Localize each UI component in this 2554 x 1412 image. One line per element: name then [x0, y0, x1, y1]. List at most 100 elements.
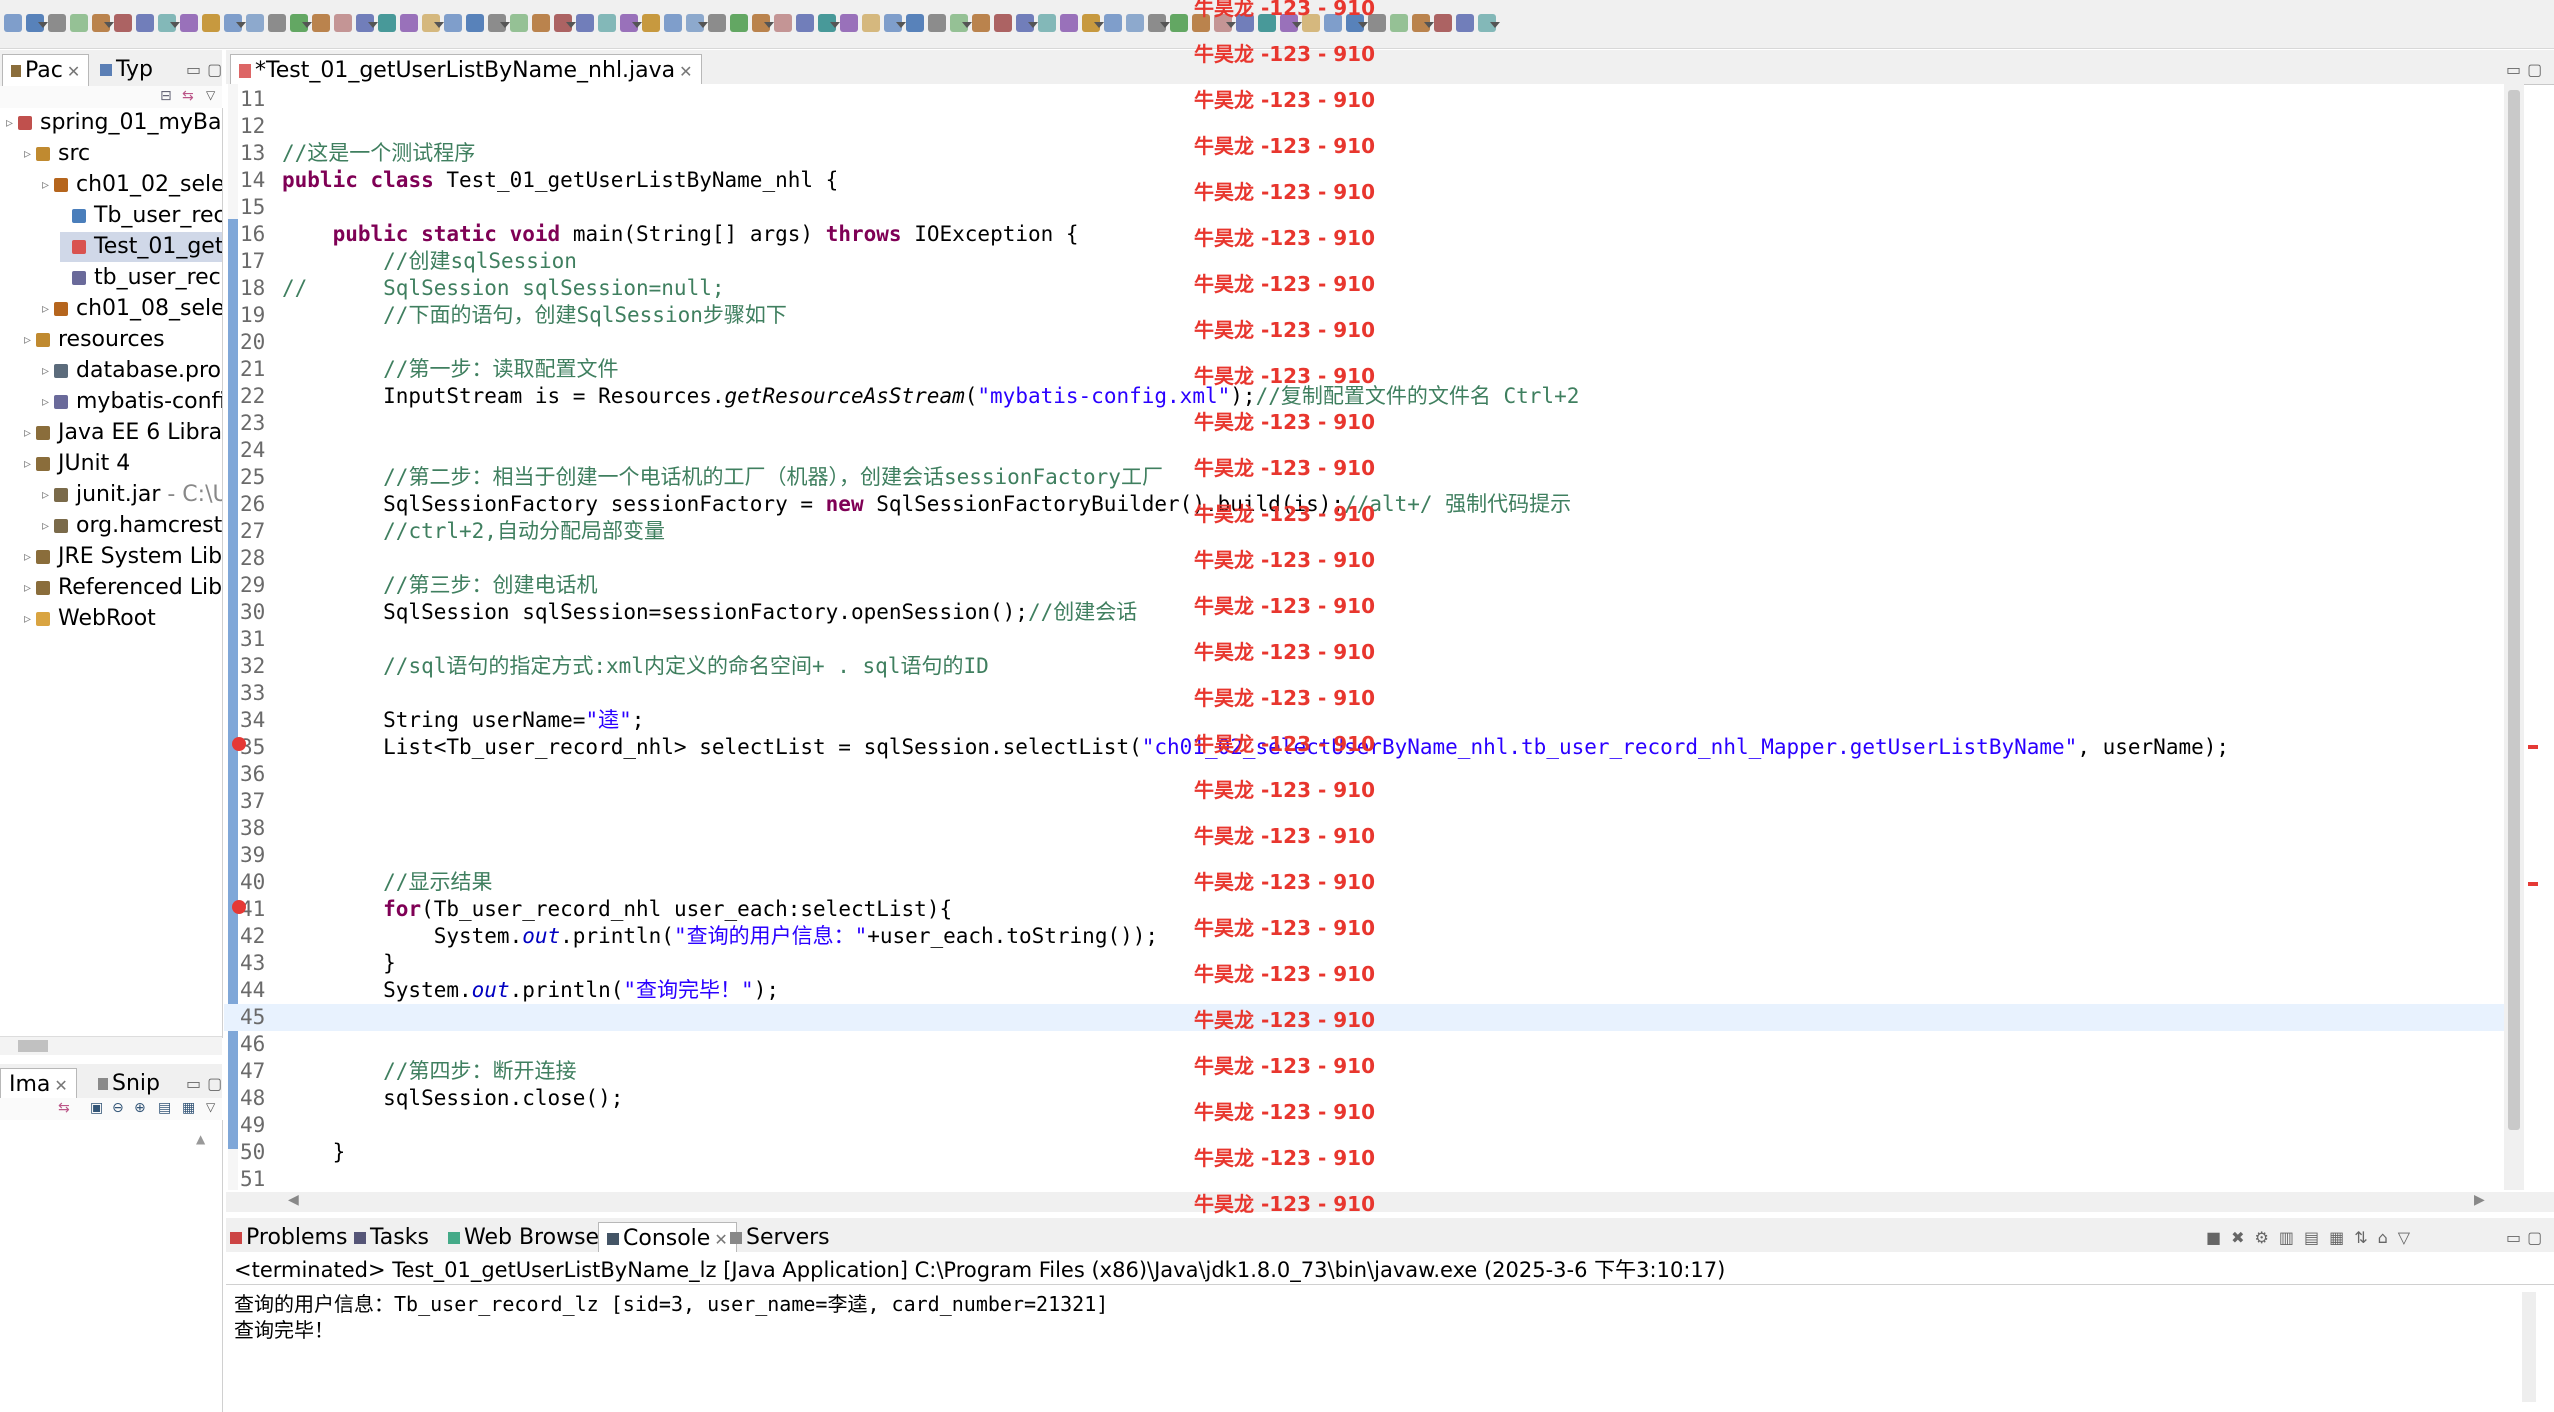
console-scrollbar[interactable] — [2522, 1292, 2536, 1402]
close-icon[interactable]: ✕ — [67, 62, 80, 81]
expand-toggle-icon[interactable]: ▹ — [42, 480, 54, 510]
error-overview-marker[interactable] — [2528, 745, 2538, 749]
expand-toggle-icon[interactable]: ▹ — [42, 294, 54, 324]
tree-item[interactable]: ▹ src — [24, 139, 90, 169]
dropdown-arrow-icon[interactable] — [1226, 22, 1236, 28]
code-line[interactable]: 36 — [224, 761, 2524, 788]
external-tools-icon[interactable] — [576, 14, 594, 32]
code-line[interactable]: 50 } — [224, 1139, 2524, 1166]
code-line[interactable]: 35 List<Tb_user_record_nhl> selectList =… — [224, 734, 2524, 761]
run-icon[interactable] — [994, 14, 1012, 32]
original-size-icon[interactable]: ▤ — [158, 1100, 171, 1116]
dropdown-arrow-icon[interactable] — [896, 22, 906, 28]
minimize-maximize-icon[interactable]: ▭▢ — [2506, 1228, 2548, 1247]
dropdown-arrow-icon[interactable] — [1490, 22, 1500, 28]
tree-item[interactable]: ▹ WebRoot — [24, 604, 156, 634]
console-actions[interactable]: ■✖⚙▥▤▦⇅⌂▽ — [2206, 1228, 2420, 1247]
tab-package-explorer[interactable]: Pac ✕ — [2, 54, 90, 87]
code-line[interactable]: 51 — [224, 1166, 2524, 1190]
tab-servers[interactable]: Servers — [730, 1224, 830, 1252]
dropdown-arrow-icon[interactable] — [1160, 22, 1170, 28]
error-icon[interactable] — [232, 737, 246, 751]
tree-item[interactable]: ▹ mybatis-config — [42, 387, 222, 417]
forward-icon[interactable] — [202, 14, 220, 32]
dropdown-arrow-icon[interactable] — [830, 22, 840, 28]
tree-item[interactable]: ▹ junit.jar - C:\Us — [42, 480, 222, 510]
tree-item[interactable]: ▹ JRE System Libra — [24, 542, 222, 572]
grid-icon[interactable]: ▦ — [182, 1100, 195, 1116]
code-editor[interactable]: 11 12 13//这是一个测试程序 14 public class Test_01_g… — [224, 84, 2524, 1190]
collapse-all-icon[interactable]: ⊟ — [160, 88, 172, 104]
external-tools-icon[interactable] — [1456, 14, 1474, 32]
code-line[interactable]: 21 //第一步：读取配置文件 — [224, 356, 2524, 383]
code-line[interactable]: 13//这是一个测试程序 — [224, 140, 2524, 167]
expand-toggle-icon[interactable]: ▹ — [24, 449, 36, 479]
print-icon[interactable] — [1170, 14, 1188, 32]
code-line[interactable]: 41 for(Tb_user_record_nhl user_each:sele… — [224, 896, 2524, 923]
forward-icon[interactable] — [642, 14, 660, 32]
tree-item[interactable]: Tb_user_recor — [60, 201, 222, 231]
error-icon[interactable] — [232, 900, 246, 914]
dropdown-arrow-icon[interactable] — [236, 22, 246, 28]
code-line[interactable]: 28 — [224, 545, 2524, 572]
run-icon[interactable] — [114, 14, 132, 32]
search-icon[interactable] — [378, 14, 396, 32]
code-line[interactable]: 40 //显示结果 — [224, 869, 2524, 896]
expand-toggle-icon[interactable]: ▹ — [24, 573, 36, 603]
new-icon[interactable] — [4, 14, 22, 32]
print-icon[interactable] — [1390, 14, 1408, 32]
new-icon[interactable] — [1324, 14, 1342, 32]
back-icon[interactable] — [840, 14, 858, 32]
dropdown-arrow-icon[interactable] — [962, 22, 972, 28]
minimize-maximize-icon[interactable]: ▭▢ — [186, 1074, 228, 1093]
tree-item[interactable]: ▹ ch01_02_selectU — [42, 170, 222, 200]
code-line[interactable]: 45 — [224, 1004, 2524, 1031]
code-line[interactable]: 37 — [224, 788, 2524, 815]
dropdown-arrow-icon[interactable] — [764, 22, 774, 28]
close-icon[interactable]: ✕ — [54, 1076, 67, 1095]
tree-item[interactable]: ▹ org.hamcrest.c — [42, 511, 222, 541]
expand-toggle-icon[interactable]: ▹ — [42, 356, 54, 386]
run-icon[interactable] — [334, 14, 352, 32]
code-line[interactable]: 47 //第四步：断开连接 — [224, 1058, 2524, 1085]
dropdown-arrow-icon[interactable] — [1424, 22, 1434, 28]
forward-icon[interactable] — [862, 14, 880, 32]
code-line[interactable]: 14 public class Test_01_getUserListByName… — [224, 167, 2524, 194]
expand-toggle-icon[interactable]: ▹ — [24, 139, 36, 169]
tab-web-browser[interactable]: Web Browser — [448, 1224, 608, 1252]
scroll-right-icon[interactable]: ▶ — [2474, 1192, 2485, 1208]
code-line[interactable]: 30 SqlSession sqlSession=sessionFactory.… — [224, 599, 2524, 626]
close-icon[interactable]: ✕ — [714, 1230, 727, 1249]
tab-editor-file[interactable]: *Test_01_getUserListByName_nhl.java ✕ — [230, 54, 702, 87]
new-icon[interactable] — [1104, 14, 1122, 32]
tree-item[interactable]: ▹ resources — [24, 325, 165, 355]
external-tools-icon[interactable] — [136, 14, 154, 32]
dropdown-arrow-icon[interactable] — [368, 22, 378, 28]
save-all-icon[interactable] — [1368, 14, 1386, 32]
dropdown-arrow-icon[interactable] — [302, 22, 312, 28]
code-line[interactable]: 29 //第三步：创建电话机 — [224, 572, 2524, 599]
back-icon[interactable] — [400, 14, 418, 32]
save-icon[interactable] — [466, 14, 484, 32]
code-line[interactable]: 44 System.out.println("查询完毕！"); — [224, 977, 2524, 1004]
expand-toggle-icon[interactable]: ▹ — [24, 418, 36, 448]
tree-item[interactable]: ▹ spring_01_myBatis — [6, 108, 222, 138]
tree-item[interactable]: ▹ Java EE 6 Librarie — [24, 418, 222, 448]
search-icon[interactable] — [1258, 14, 1276, 32]
scroll-left-icon[interactable]: ◀ — [288, 1192, 299, 1208]
save-all-icon[interactable] — [48, 14, 66, 32]
tab-type-hierarchy[interactable]: Typ — [100, 56, 153, 84]
dropdown-arrow-icon[interactable] — [38, 22, 48, 28]
tree-item[interactable]: ▹ database.prope — [42, 356, 222, 386]
code-line[interactable]: 32 //sql语句的指定方式:xml内定义的命名空间+ . sql语句的ID — [224, 653, 2524, 680]
code-line[interactable]: 48 sqlSession.close(); — [224, 1085, 2524, 1112]
expand-toggle-icon[interactable]: ▹ — [24, 604, 36, 634]
search-icon[interactable] — [598, 14, 616, 32]
fit-icon[interactable]: ▣ — [90, 1100, 103, 1116]
print-icon[interactable] — [730, 14, 748, 32]
error-overview-marker[interactable] — [2528, 882, 2538, 886]
tab-problems[interactable]: Problems — [230, 1224, 347, 1252]
dropdown-arrow-icon[interactable] — [1028, 22, 1038, 28]
back-icon[interactable] — [180, 14, 198, 32]
link-icon[interactable]: ⇆ — [58, 1100, 70, 1116]
